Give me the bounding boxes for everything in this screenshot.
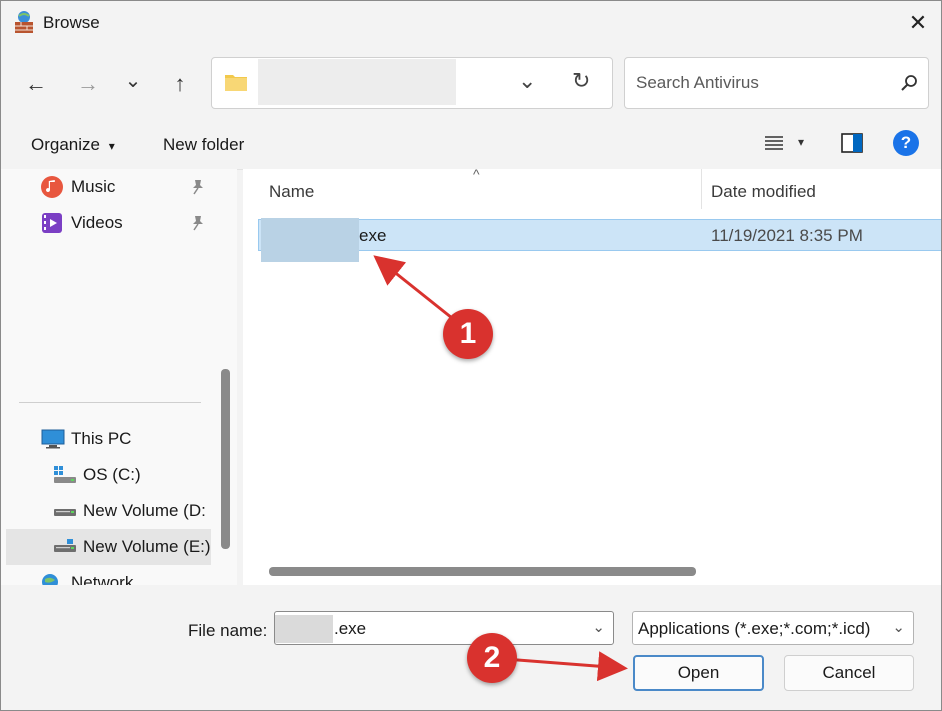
sidebar-item-label: Music <box>71 177 116 196</box>
videos-icon <box>42 213 62 233</box>
sidebar-item-label: Videos <box>71 213 123 232</box>
column-divider[interactable] <box>701 169 702 209</box>
file-name-input[interactable]: .exe <box>334 619 366 639</box>
annotation-badge-2: 2 <box>467 633 517 683</box>
network-icon <box>42 574 58 585</box>
pin-icon[interactable] <box>191 179 205 195</box>
back-button[interactable]: ← <box>21 69 51 99</box>
address-dropdown-button[interactable]: ⌄ <box>518 68 536 94</box>
annotation-badge-1: 1 <box>443 309 493 359</box>
sidebar-item-videos[interactable]: Videos <box>41 206 211 240</box>
forward-button[interactable]: → <box>73 69 103 99</box>
file-name-field[interactable]: .exe ⌄ <box>274 611 614 645</box>
organize-menu[interactable]: Organize ▾ <box>31 135 115 155</box>
close-button[interactable]: ✕ <box>895 1 941 45</box>
view-menu-button[interactable]: ▾ <box>798 135 804 149</box>
this-pc-icon <box>41 429 65 449</box>
horizontal-scrollbar[interactable] <box>269 567 696 576</box>
file-name-redacted <box>275 615 333 643</box>
drive-icon <box>54 539 76 552</box>
sidebar-divider <box>19 402 201 403</box>
firewall-globe-icon <box>15 11 33 33</box>
search-input[interactable]: Search Antivirus <box>636 73 759 93</box>
sidebar-item-label: New Volume (D: <box>83 501 206 520</box>
new-folder-button[interactable]: New folder <box>163 135 244 155</box>
chevron-down-icon[interactable]: ⌄ <box>892 618 905 636</box>
pin-icon[interactable] <box>191 215 205 231</box>
address-bar[interactable]: ⌄ ↻ <box>211 57 613 109</box>
folder-icon <box>225 75 247 91</box>
file-name-label: File name: <box>188 621 268 640</box>
command-bar: Organize ▾ New folder ▾ ? <box>1 117 941 170</box>
file-type-value: Applications (*.exe;*.com;*.icd) <box>638 619 871 638</box>
chevron-down-icon: ▾ <box>108 139 115 153</box>
sidebar-item-new-volume-d[interactable]: New Volume (D: <box>53 494 217 528</box>
navigation-bar: ← → ⌄ ↑ ⌄ ↻ Search Antivirus <box>1 45 941 117</box>
sidebar-item-label: Network <box>71 573 134 585</box>
open-button[interactable]: Open <box>633 655 764 691</box>
sidebar-item-network[interactable]: Network <box>41 566 211 585</box>
os-drive-icon <box>54 466 76 483</box>
sidebar-item-new-volume-e[interactable]: New Volume (E:) <box>53 530 211 564</box>
organize-label: Organize <box>31 135 100 154</box>
navigation-pane: Music Videos This PC OS (C:) New Volume … <box>1 169 217 585</box>
sidebar-item-label: New Volume (E:) <box>83 537 211 556</box>
music-icon <box>41 176 63 198</box>
search-box[interactable]: Search Antivirus <box>624 57 929 109</box>
navigation-pane-scroll-thumb[interactable] <box>221 369 230 549</box>
sidebar-item-os-c[interactable]: OS (C:) <box>53 458 211 492</box>
title-bar: Browse ✕ <box>1 1 941 45</box>
search-icon[interactable] <box>900 74 918 92</box>
recent-locations-button[interactable]: ⌄ <box>118 65 148 95</box>
table-row[interactable]: exe 11/19/2021 8:35 PM <box>258 218 941 262</box>
cancel-button[interactable]: Cancel <box>784 655 914 691</box>
file-list-pane: ^ Name Date modified exe 11/19/2021 8:35… <box>243 169 941 585</box>
sidebar-item-label: OS (C:) <box>83 465 141 484</box>
help-icon[interactable]: ? <box>893 130 919 156</box>
address-path <box>258 59 456 105</box>
window-title: Browse <box>43 13 100 32</box>
file-type-select[interactable]: Applications (*.exe;*.com;*.icd) ⌄ <box>632 611 914 645</box>
refresh-button[interactable]: ↻ <box>572 68 590 94</box>
chevron-down-icon[interactable]: ⌄ <box>592 618 605 636</box>
file-date-modified: 11/19/2021 8:35 PM <box>711 226 863 245</box>
file-name-redacted <box>261 218 359 262</box>
sort-indicator: ^ <box>473 169 480 182</box>
column-header-date-modified[interactable]: Date modified <box>711 182 816 202</box>
sidebar-item-music[interactable]: Music <box>41 170 211 204</box>
sidebar-item-this-pc[interactable]: This PC <box>41 422 211 456</box>
view-list-icon[interactable] <box>765 136 783 150</box>
sidebar-item-label: This PC <box>71 429 132 448</box>
up-button[interactable]: ↑ <box>165 69 195 99</box>
column-header-name[interactable]: Name <box>269 182 314 202</box>
file-name: exe <box>359 226 387 245</box>
drive-icon <box>54 509 76 516</box>
preview-pane-icon[interactable] <box>841 133 863 153</box>
